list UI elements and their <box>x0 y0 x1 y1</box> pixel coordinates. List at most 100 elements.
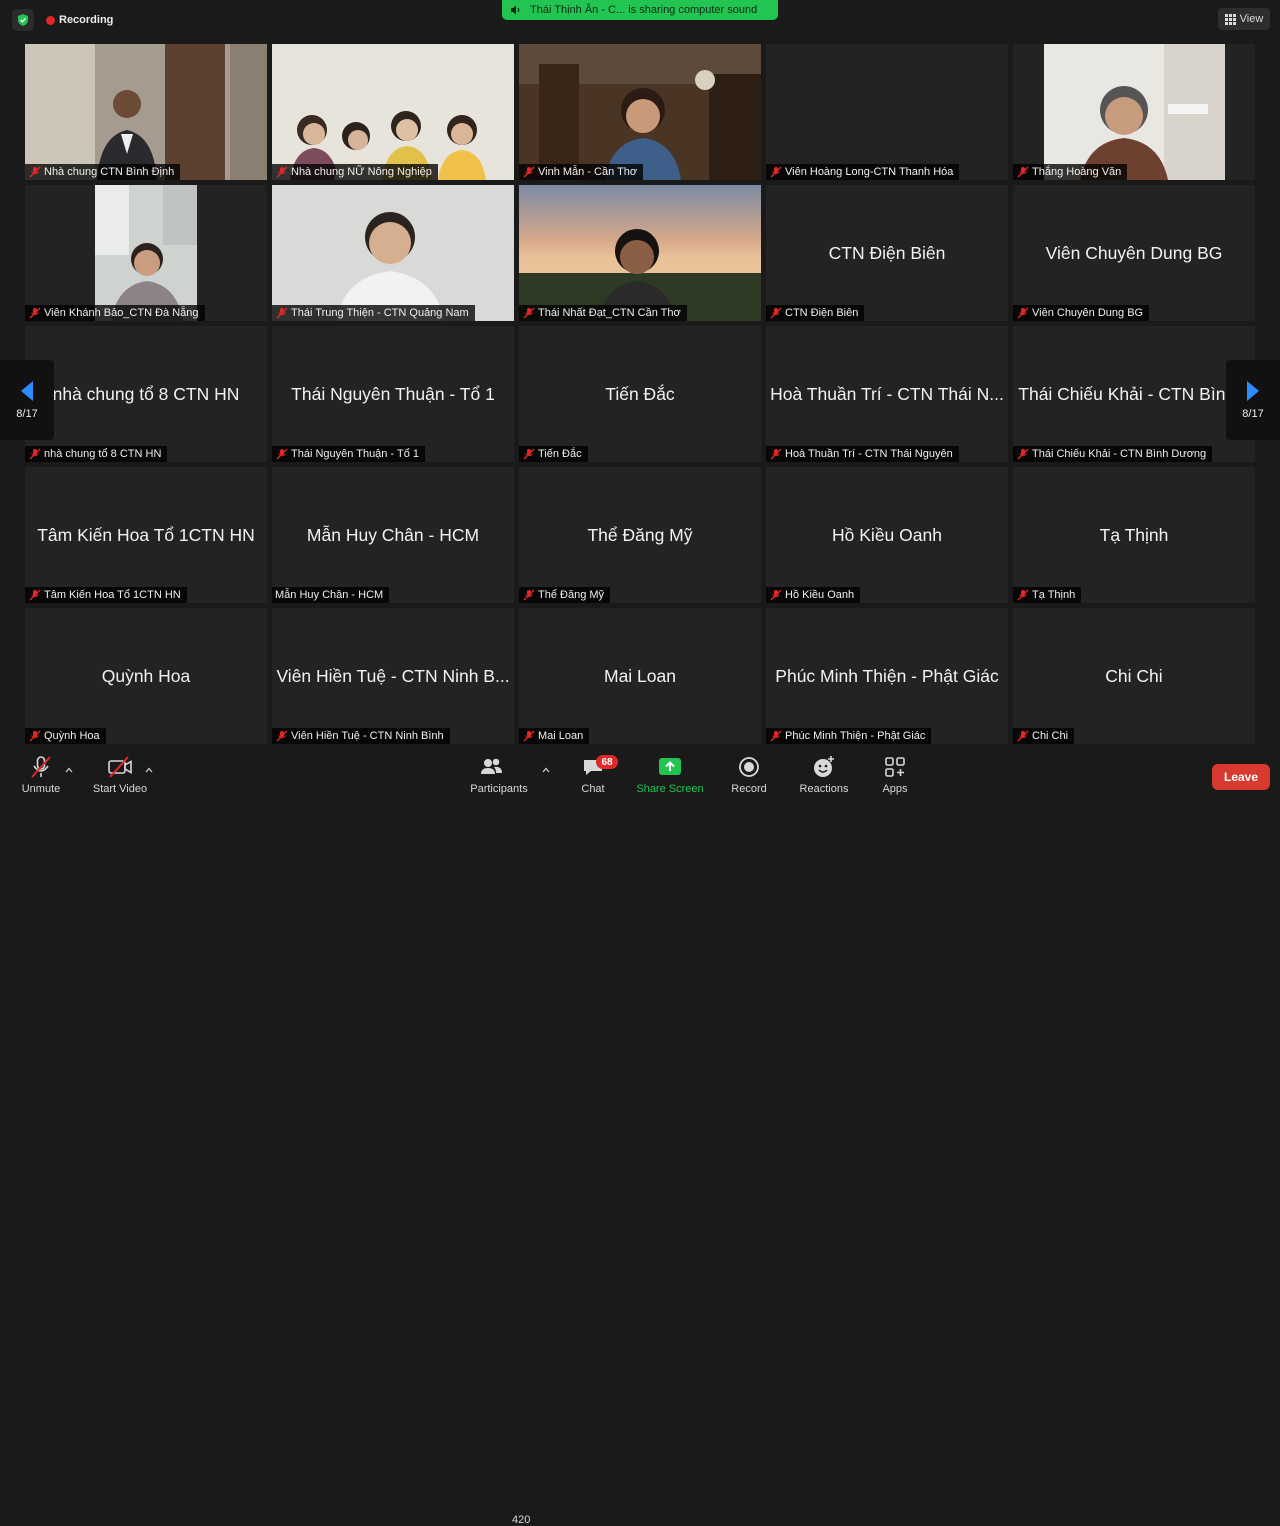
participant-tile[interactable]: Viên Khánh Bảo_CTN Đà Nẵng <box>25 185 267 321</box>
muted-mic-icon <box>523 448 535 460</box>
participant-name: Nhà chung CTN Bình Định <box>44 166 175 178</box>
participant-display-name: CTN Điện Biên <box>828 242 946 263</box>
participant-name: CTN Điện Biên <box>785 307 859 319</box>
muted-mic-icon <box>770 589 782 601</box>
participants-button[interactable]: Participants <box>466 752 532 800</box>
participant-tile[interactable]: Quỳnh Hoa Quỳnh Hoa <box>25 608 267 744</box>
participant-name-label: Tạ Thịnh <box>1013 587 1082 603</box>
sharing-sound-text: Thái Thịnh Ân - C... is sharing computer… <box>530 4 758 16</box>
share-screen-label: Share Screen <box>636 783 704 795</box>
recording-dot-icon <box>46 15 55 25</box>
participant-tile[interactable]: Mẫn Huy Chân - HCM Mẫn Huy Chân - HCM <box>272 467 514 603</box>
participant-name-label: Vinh Mẫn - Cần Thơ <box>519 164 644 180</box>
participant-tile[interactable]: Hoà Thuần Trí - CTN Thái N... Hoà Thuần … <box>766 326 1008 462</box>
participant-tile[interactable]: Thái Nguyên Thuận - Tổ 1 Thái Nguyên Thu… <box>272 326 514 462</box>
muted-mic-icon <box>523 589 535 601</box>
start-video-button[interactable]: Start Video <box>86 752 154 800</box>
recording-indicator[interactable]: Recording <box>40 9 123 31</box>
triangle-right-icon <box>1247 381 1259 401</box>
participant-name: Viên Hiền Tuệ - CTN Ninh Bình <box>291 730 444 742</box>
audio-options-caret-icon[interactable] <box>65 766 73 774</box>
reactions-label: Reactions <box>799 783 849 795</box>
participant-tile[interactable]: Viên Hiền Tuệ - CTN Ninh B... Viên Hiền … <box>272 608 514 744</box>
muted-microphone-icon <box>28 754 54 780</box>
previous-page-button[interactable]: 8/17 <box>0 360 54 440</box>
participant-name-label: Viên Hoàng Long-CTN Thanh Hóa <box>766 164 960 180</box>
smiley-plus-icon <box>812 754 836 780</box>
sharing-sound-banner[interactable]: Thái Thịnh Ân - C... is sharing computer… <box>502 0 778 20</box>
view-label: View <box>1239 13 1264 25</box>
participant-video <box>1044 44 1225 180</box>
muted-mic-icon <box>276 166 288 178</box>
participant-name: Nhà chung NỮ Nông Nghiệp <box>291 166 432 178</box>
participant-tile[interactable]: Thái Nhất Đạt_CTN Cần Thơ <box>519 185 761 321</box>
participant-name: Viên Khánh Bảo_CTN Đà Nẵng <box>44 307 199 319</box>
participant-name: Hồ Kiều Oanh <box>785 589 855 601</box>
participants-icon <box>479 754 519 780</box>
participant-tile[interactable]: Chi Chi Chi Chi <box>1013 608 1255 744</box>
apps-button[interactable]: Apps <box>874 752 916 800</box>
participant-name-label: Thái Nhất Đạt_CTN Cần Thơ <box>519 305 687 321</box>
reactions-button[interactable]: Reactions <box>794 752 854 800</box>
muted-mic-icon <box>523 730 535 742</box>
participant-name: Mẫn Huy Chân - HCM <box>275 589 384 601</box>
participant-display-name: Thái Chiếu Khải - CTN Bình... <box>1018 383 1250 404</box>
participant-name: Phúc Minh Thiện - Phật Giác <box>785 730 926 742</box>
participant-tile[interactable]: Tâm Kiến Hoa Tổ 1CTN HN Tâm Kiến Hoa Tổ … <box>25 467 267 603</box>
participant-name-label: Nhà chung NỮ Nông Nghiệp <box>272 164 438 180</box>
participant-name-label: Nhà chung CTN Bình Định <box>25 164 181 180</box>
participant-tile[interactable]: Tạ Thịnh Tạ Thịnh <box>1013 467 1255 603</box>
muted-mic-icon <box>1017 730 1029 742</box>
participant-tile[interactable]: Vinh Mẫn - Cần Thơ <box>519 44 761 180</box>
chat-unread-badge: 68 <box>596 755 618 769</box>
participant-name-label: Phúc Minh Thiện - Phật Giác <box>766 728 932 744</box>
participant-name-label: Mai Loan <box>519 728 590 744</box>
muted-mic-icon <box>1017 307 1029 319</box>
participant-tile[interactable]: Thể Đăng Mỹ Thể Đăng Mỹ <box>519 467 761 603</box>
video-off-icon <box>106 754 134 780</box>
participant-name: Quỳnh Hoa <box>44 730 100 742</box>
muted-mic-icon <box>276 307 288 319</box>
apps-icon <box>884 754 906 780</box>
participant-tile[interactable]: Viên Hoàng Long-CTN Thanh Hóa <box>766 44 1008 180</box>
participant-tile[interactable]: Mai Loan Mai Loan <box>519 608 761 744</box>
participant-tile[interactable]: Thắng Hoàng Văn <box>1013 44 1255 180</box>
share-screen-icon <box>658 754 682 780</box>
participant-display-name: Viên Hiền Tuệ - CTN Ninh B... <box>276 665 510 686</box>
participant-name-label: nhà chung tổ 8 CTN HN <box>25 446 168 462</box>
participant-name-label: Thắng Hoàng Văn <box>1013 164 1128 180</box>
participant-tile[interactable]: CTN Điện Biên CTN Điện Biên <box>766 185 1008 321</box>
participant-name-label: Thái Chiếu Khải - CTN Bình Dương <box>1013 446 1213 462</box>
record-button[interactable]: Record <box>726 752 772 800</box>
muted-mic-icon <box>1017 448 1029 460</box>
participant-display-name: Chi Chi <box>1105 665 1163 686</box>
muted-mic-icon <box>29 589 41 601</box>
unmute-label: Unmute <box>21 783 61 795</box>
participant-tile[interactable]: Viên Chuyên Dung BG Viên Chuyên Dung BG <box>1013 185 1255 321</box>
participant-tile[interactable]: Nhà chung NỮ Nông Nghiệp <box>272 44 514 180</box>
view-button[interactable]: View <box>1218 8 1270 30</box>
participant-name: Viên Hoàng Long-CTN Thanh Hóa <box>785 166 954 178</box>
share-screen-button[interactable]: Share Screen <box>634 752 706 800</box>
participant-name: Hoà Thuần Trí - CTN Thái Nguyên <box>785 448 953 460</box>
participant-name: Thắng Hoàng Văn <box>1032 166 1122 178</box>
unmute-button[interactable]: Unmute <box>18 752 64 800</box>
top-bar: Recording Thái Thịnh Ân - C... is sharin… <box>0 0 1280 40</box>
leave-button[interactable]: Leave <box>1212 764 1270 790</box>
participant-tile[interactable]: Phúc Minh Thiện - Phật Giác Phúc Minh Th… <box>766 608 1008 744</box>
security-shield-icon[interactable] <box>12 9 34 31</box>
participant-tile[interactable]: Thái Chiếu Khải - CTN Bình... Thái Chiếu… <box>1013 326 1255 462</box>
participant-tile[interactable]: Hồ Kiều Oanh Hồ Kiều Oanh <box>766 467 1008 603</box>
participant-tile[interactable]: nhà chung tổ 8 CTN HN nhà chung tổ 8 CTN… <box>25 326 267 462</box>
muted-mic-icon <box>276 448 288 460</box>
next-page-button[interactable]: 8/17 <box>1226 360 1280 440</box>
muted-mic-icon <box>523 166 535 178</box>
participant-tile[interactable]: Nhà chung CTN Bình Định <box>25 44 267 180</box>
participants-options-caret-icon[interactable] <box>542 766 550 774</box>
participant-tile[interactable]: Thái Trung Thiện - CTN Quảng Nam <box>272 185 514 321</box>
participant-video <box>25 44 267 180</box>
muted-mic-icon <box>29 730 41 742</box>
video-options-caret-icon[interactable] <box>145 766 153 774</box>
participant-tile[interactable]: Tiến Đắc Tiến Đắc <box>519 326 761 462</box>
chat-label: Chat <box>581 783 605 795</box>
